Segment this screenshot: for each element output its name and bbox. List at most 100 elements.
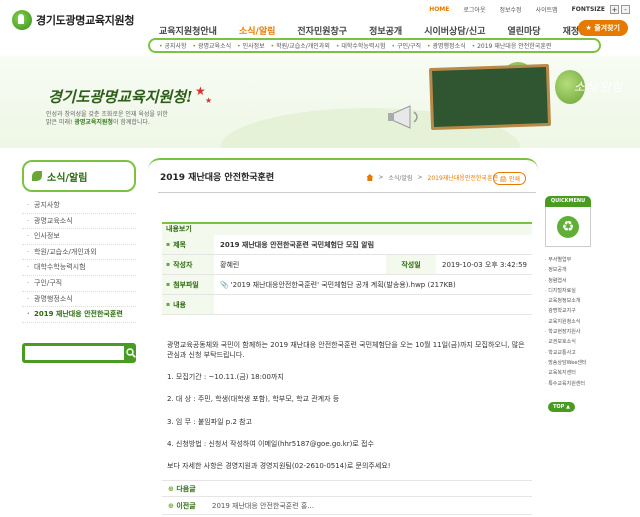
font-increase-button[interactable]: + [610, 5, 619, 14]
quick-item[interactable]: 교육복지센터 [545, 368, 591, 378]
top-label: TOP [553, 404, 565, 410]
breadcrumb-item[interactable]: 소식/알림 [388, 173, 412, 182]
body-item-3: 3. 임 무 : 붙임파일 p.2 참고 [167, 417, 253, 426]
left-search-box [22, 343, 136, 363]
quick-item[interactable]: 정보공개 [545, 265, 591, 275]
lnb-item-admin-news[interactable]: 광명행정소식 [22, 292, 136, 308]
title-divider [158, 192, 536, 193]
subnav-item[interactable]: 광명행정소식 [424, 41, 469, 50]
breadcrumb: > 소식/알림 > 2019재난대응안전한국훈련 [366, 173, 498, 182]
favorite-label: 즐겨찾기 [594, 24, 620, 32]
hero-desc-line1: 인성과 창의성을 갖춘 조화로운 인재 육성을 위한 [46, 111, 168, 118]
search-button[interactable] [126, 346, 136, 360]
print-button[interactable]: 🖨 인쇄 [493, 172, 526, 185]
hero-desc-pre: 밝은 미래! [46, 119, 75, 127]
site-logo[interactable]: 경기도광명교육지원청 [12, 10, 135, 30]
quick-item[interactable]: 부서별업무 [545, 255, 591, 265]
post-body: 광명교육공동체와 국민이 함께하는 2019 재난대응 안전한국훈련 국민체험단… [167, 340, 527, 471]
util-logout-link[interactable]: 로그아웃 [456, 5, 492, 14]
quick-item[interactable]: 학교교통사고 [545, 348, 591, 358]
quick-menu-title: QUICKMENU [545, 196, 591, 207]
label-content: 내용 [162, 295, 214, 314]
search-icon [126, 348, 136, 358]
attachment-link[interactable]: 📎 '2019 재난대응안전한국훈련' 국민체험단 공개 계획(발송용).hwp … [214, 280, 532, 290]
prev-title: 2019 재난대응 안전한국훈련 홍... [212, 502, 315, 510]
main-nav: 교육지원청안내 소식/알림 전자민원창구 정보공개 시이버상담/신고 열린마당 … [148, 22, 607, 39]
quick-item[interactable]: 청렴엽서 [545, 276, 591, 286]
lnb-item-notice[interactable]: 공지사항 [22, 198, 136, 214]
lnb-item-csat[interactable]: 대학수학능력시험 [22, 260, 136, 276]
label-date: 작성일 [386, 255, 436, 274]
favorite-button[interactable]: ★ 즐겨찾기 [577, 20, 628, 36]
label-subject: 제목 [162, 235, 214, 254]
lnb-title-box: 소식/알림 [22, 160, 136, 192]
lnb-item-news[interactable]: 광명교육소식 [22, 214, 136, 230]
quick-item[interactable]: 교육청정보소개 [545, 296, 591, 306]
sub-nav: 공지사항 광명교육소식 인사정보 학원/교습소/개인과외 대학수학능력시험 구인… [148, 38, 601, 53]
star-icon: ★ [205, 96, 213, 105]
lnb-item-academy[interactable]: 학원/교습소/개인과외 [22, 245, 136, 261]
next-post-row[interactable]: 다음글 [162, 480, 532, 497]
util-sitemap-link[interactable]: 사이트맵 [529, 5, 565, 14]
gnb-item-disclosure[interactable]: 정보공개 [358, 22, 413, 39]
left-menu: 공지사항 광명교육소식 인사정보 학원/교습소/개인과외 대학수학능력시험 구인… [22, 198, 136, 323]
subnav-item[interactable]: 2019 재난대응 안전한국훈련 [469, 41, 555, 50]
prev-label: 이전글 [162, 501, 212, 511]
font-decrease-button[interactable]: - [621, 5, 630, 14]
post-writer: 황혜린 [220, 260, 240, 269]
body-intro: 광명교육공동체와 국민이 함께하는 2019 재난대응 안전한국훈련 국민체험단… [167, 341, 525, 360]
megaphone-icon [388, 105, 418, 129]
quick-banner[interactable]: ♻ [545, 207, 591, 247]
gnb-item-civil[interactable]: 전자민원창구 [286, 22, 358, 39]
top-button[interactable]: TOP ▲ [548, 402, 575, 412]
label-file: 첨부파일 [162, 275, 214, 294]
hero-slogan: 경기도광명교육지원청! [48, 88, 193, 106]
gnb-item-open[interactable]: 열린마당 [496, 22, 551, 39]
quick-list: 부서별업무 정보공개 청렴엽서 디지털자료실 교육청정보소개 광명학교지구 교육… [545, 255, 591, 389]
quick-menu: QUICKMENU ♻ 부서별업무 정보공개 청렴엽서 디지털자료실 교육청정보… [545, 196, 591, 389]
attachment-name: '2019 재난대응안전한국훈련' 국민체험단 공개 계획(발송용).hwp (… [230, 280, 456, 289]
quick-item[interactable]: 특수교육지원센터 [545, 379, 591, 389]
row-writer: 작성자 황혜린 작성일 2019-10-03 오후 3:42:59 [162, 255, 532, 275]
hero-desc-bold: 광명교육지원청 [74, 119, 113, 127]
quick-item[interactable]: 학교현장지원사 [545, 327, 591, 337]
breadcrumb-sep: > [378, 174, 384, 181]
hero-desc-post: 이 함께합니다. [112, 119, 150, 127]
utility-bar: HOME 로그아웃 정보수정 사이트맵 FONTSIZE + - [422, 5, 630, 14]
subnav-item[interactable]: 대학수학능력시험 [333, 41, 389, 50]
quick-item[interactable]: 교권보호소식 [545, 337, 591, 347]
prev-post-row[interactable]: 이전글 2019 재난대응 안전한국훈련 홍... [162, 498, 532, 515]
body-item-4: 4. 신청방법 : 신청서 작성하여 이메일(hhr5187@goe.go.kr… [167, 439, 374, 448]
left-search-input[interactable] [25, 346, 124, 360]
body-item-2: 2. 대 상 : 주민, 학생(대학생 포함), 학부모, 학교 관계자 등 [167, 395, 340, 404]
home-icon[interactable] [366, 174, 374, 181]
fontsize-label: FONTSIZE [571, 6, 605, 13]
subnav-item[interactable]: 공지사항 [156, 41, 190, 50]
quick-item[interactable]: 방송상담Wee센터 [545, 358, 591, 368]
row-file: 첨부파일 📎'2019 재난대응안전한국훈련' 국민체험단 공개 계획(발송용)… [162, 275, 532, 295]
leaf-icon [32, 171, 42, 181]
quick-item[interactable]: 디지털자료실 [545, 286, 591, 296]
subnav-item[interactable]: 학원/교습소/개인과외 [268, 41, 333, 50]
post-date: 2019-10-03 오후 3:42:59 [442, 260, 527, 269]
gnb-item-about[interactable]: 교육지원청안내 [148, 22, 228, 39]
util-edit-info-link[interactable]: 정보수정 [492, 5, 528, 14]
hero-visual: 경기도광명교육지원청! ★ ★ 인성과 창의성을 갖춘 조화로운 인재 육성을 … [0, 56, 640, 148]
body-contact: 보다 자세한 사항은 경영지원과 경영지원팀(02-2610-0514)로 문의… [167, 461, 391, 470]
subnav-item[interactable]: 구인/구직 [388, 41, 424, 50]
recycle-icon: ♻ [557, 215, 579, 238]
lnb-item-safety-drill[interactable]: 2019 재난대응 안전한국훈련 [22, 307, 136, 323]
lnb-item-personnel[interactable]: 인사정보 [22, 229, 136, 245]
subnav-item[interactable]: 광명교육소식 [190, 41, 235, 50]
quick-item[interactable]: 교육지원청소식 [545, 317, 591, 327]
logo-emblem-icon [12, 10, 32, 30]
quick-item[interactable]: 광명학교지구 [545, 306, 591, 316]
chalkboard-title: 소식/알림 [573, 80, 622, 94]
util-home-link[interactable]: HOME [422, 6, 456, 13]
post-view-table: 내용보기 제목 2019 재난대응 안전한국훈련 국민체험단 모집 알림 작성자… [162, 222, 532, 315]
chalkboard [428, 63, 552, 131]
subnav-item[interactable]: 인사정보 [234, 41, 268, 50]
gnb-item-counsel[interactable]: 시이버상담/신고 [413, 22, 496, 39]
lnb-item-jobs[interactable]: 구인/구직 [22, 276, 136, 292]
gnb-item-news[interactable]: 소식/알림 [228, 22, 286, 39]
